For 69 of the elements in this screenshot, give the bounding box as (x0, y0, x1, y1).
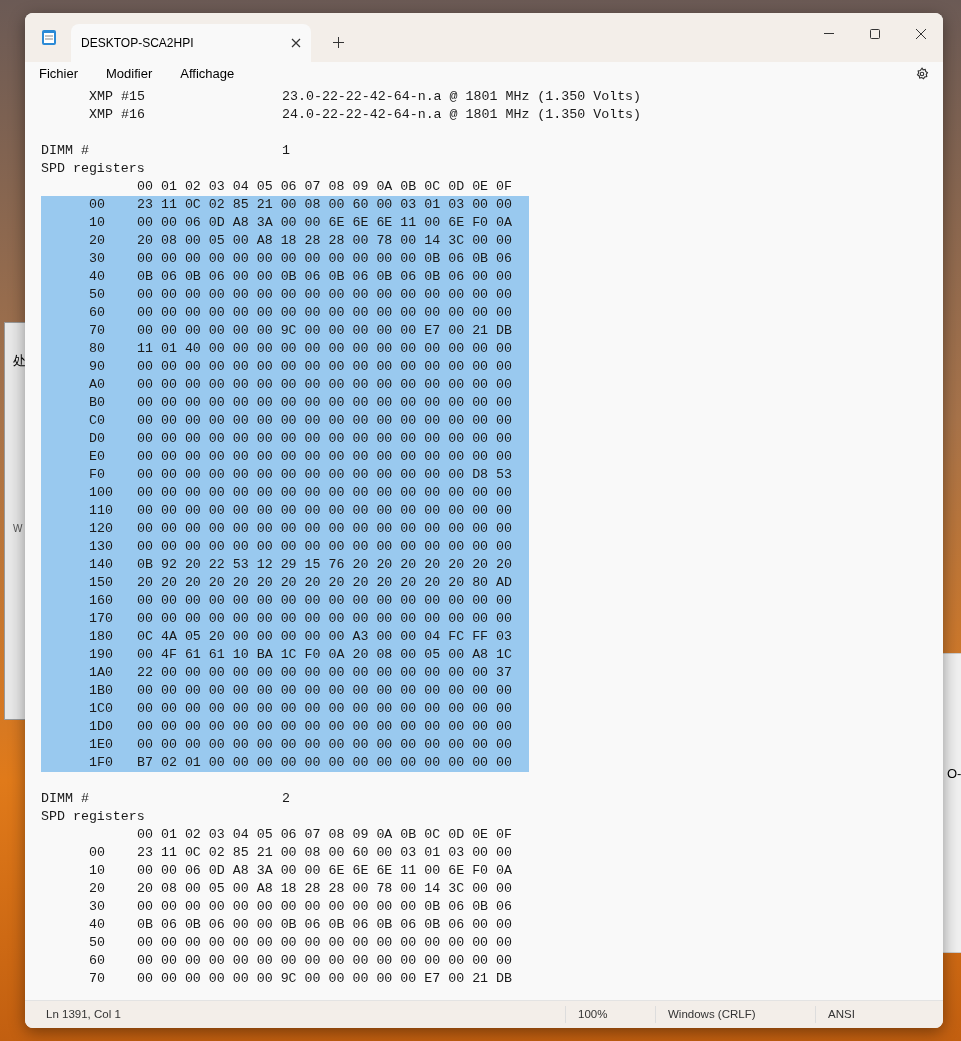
register-row: 150 20 20 20 20 20 20 20 20 20 20 20 20 20 20 80 AD (41, 574, 529, 592)
menu-item[interactable]: Fichier (31, 64, 86, 84)
register-row-text: 10 00 00 06 0D A8 3A 00 00 6E 6E 6E 11 00 6E F0 0A (88, 862, 514, 880)
register-row-text: 00 23 11 0C 02 85 21 00 08 00 60 00 03 01 03 00 00 (88, 844, 514, 862)
register-row-text: 60 00 00 00 00 00 00 00 00 00 00 00 00 00 00 00 00 (88, 952, 514, 970)
window-text: W (13, 521, 24, 536)
register-row: 1F0 B7 02 01 00 00 00 00 00 00 00 00 00 00 00 00 00 (41, 754, 529, 772)
register-row: 190 00 4F 61 61 10 BA 1C F0 0A 20 08 00 05 00 A8 1C (41, 646, 529, 664)
close-icon[interactable] (916, 29, 926, 39)
register-row: 90 00 00 00 00 00 00 00 00 00 00 00 00 00 00 00 00 (41, 358, 529, 376)
field-value: 2 (282, 790, 290, 808)
settings-icon[interactable] (915, 67, 929, 81)
close-icon[interactable] (291, 38, 301, 48)
register-row: 1C0 00 00 00 00 00 00 00 00 00 00 00 00 00 00 00 00 (41, 700, 529, 718)
register-row: E0 00 00 00 00 00 00 00 00 00 00 00 00 00 00 00 00 (41, 448, 529, 466)
register-row: 140 0B 92 20 22 53 12 29 15 76 20 20 20 20 20 20 20 (41, 556, 529, 574)
register-row: 20 20 08 00 05 00 A8 18 28 28 00 78 00 14 3C 00 00 (41, 232, 529, 250)
register-row-text: 20 20 08 00 05 00 A8 18 28 28 00 78 00 14 3C 00 00 (88, 880, 514, 898)
register-row-text: 50 00 00 00 00 00 00 00 00 00 00 00 00 00 00 00 00 (88, 934, 514, 952)
register-row: 1A0 22 00 00 00 00 00 00 00 00 00 00 00 00 00 00 37 (41, 664, 529, 682)
register-row: 1E0 00 00 00 00 00 00 00 00 00 00 00 00 00 00 00 00 (41, 736, 529, 754)
register-row: 10 00 00 06 0D A8 3A 00 00 6E 6E 6E 11 00 6E F0 0A (41, 214, 529, 232)
field-label: DIMM # (41, 142, 90, 160)
register-row-text: 40 0B 06 0B 06 00 00 0B 06 0B 06 0B 06 0B 06 00 00 (88, 916, 514, 934)
register-row: B0 00 00 00 00 00 00 00 00 00 00 00 00 00 00 00 00 (41, 394, 529, 412)
plus-icon[interactable] (333, 37, 344, 48)
register-row-text: 70 00 00 00 00 00 00 9C 00 00 00 00 00 E7 00 21 DB (88, 970, 514, 988)
menu-item[interactable]: Affichage (172, 64, 243, 84)
register-row: 00 23 11 0C 02 85 21 00 08 00 60 00 03 01 03 00 00 (41, 196, 529, 214)
field-value: 1 (282, 142, 290, 160)
field-value: 24.0-22-22-42-64-n.a @ 1801 MHz (1.350 Volts) (282, 106, 642, 124)
register-row: 180 0C 4A 05 20 00 00 00 00 00 A3 00 00 04 FC FF 03 (41, 628, 529, 646)
zoom-level: 100% (565, 1005, 655, 1024)
register-row: 130 00 00 00 00 00 00 00 00 00 00 00 00 00 00 00 00 (41, 538, 529, 556)
section-heading: SPD registers (41, 808, 145, 826)
notepad-icon (41, 28, 57, 46)
register-row: 80 11 01 40 00 00 00 00 00 00 00 00 00 00 00 00 00 (41, 340, 529, 358)
register-row: 170 00 00 00 00 00 00 00 00 00 00 00 00 00 00 00 00 (41, 610, 529, 628)
field-value: 23.0-22-22-42-64-n.a @ 1801 MHz (1.350 Volts) (282, 88, 642, 106)
encoding: ANSI (815, 1005, 855, 1024)
menu-item[interactable]: Modifier (98, 64, 161, 84)
register-row: 1B0 00 00 00 00 00 00 00 00 00 00 00 00 00 00 00 00 (41, 682, 529, 700)
column-header: 00 01 02 03 04 05 06 07 08 09 0A 0B 0C 0D 0E 0F (137, 826, 513, 844)
register-row: 100 00 00 00 00 00 00 00 00 00 00 00 00 00 00 00 00 (41, 484, 529, 502)
field-label: DIMM # (41, 790, 90, 808)
register-row: 30 00 00 00 00 00 00 00 00 00 00 00 00 0B 06 0B 06 (41, 250, 529, 268)
register-row: 110 00 00 00 00 00 00 00 00 00 00 00 00 00 00 00 00 (41, 502, 529, 520)
window-text: O- (947, 766, 961, 781)
field-label: XMP #16 (88, 106, 146, 124)
register-row: 160 00 00 00 00 00 00 00 00 00 00 00 00 00 00 00 00 (41, 592, 529, 610)
cursor-position: Ln 1391, Col 1 (45, 1006, 122, 1022)
column-header: 00 01 02 03 04 05 06 07 08 09 0A 0B 0C 0D 0E 0F (137, 178, 513, 196)
register-row: 40 0B 06 0B 06 00 00 0B 06 0B 06 0B 06 0B 06 00 00 (41, 268, 529, 286)
register-row: 50 00 00 00 00 00 00 00 00 00 00 00 00 00 00 00 00 (41, 286, 529, 304)
register-row: 60 00 00 00 00 00 00 00 00 00 00 00 00 00 00 00 00 (41, 304, 529, 322)
register-row-text: 30 00 00 00 00 00 00 00 00 00 00 00 00 0B 06 0B 06 (88, 898, 514, 916)
register-row: 1D0 00 00 00 00 00 00 00 00 00 00 00 00 00 00 00 00 (41, 718, 529, 736)
line-ending: Windows (CRLF) (655, 1005, 815, 1024)
register-row: 120 00 00 00 00 00 00 00 00 00 00 00 00 00 00 00 00 (41, 520, 529, 538)
register-row: F0 00 00 00 00 00 00 00 00 00 00 00 00 00 00 D8 53 (41, 466, 529, 484)
window-text: 处 (13, 352, 27, 370)
register-row: C0 00 00 00 00 00 00 00 00 00 00 00 00 00 00 00 00 (41, 412, 529, 430)
register-row: D0 00 00 00 00 00 00 00 00 00 00 00 00 00 00 00 00 (41, 430, 529, 448)
section-heading: SPD registers (41, 160, 145, 178)
register-row: 70 00 00 00 00 00 00 9C 00 00 00 00 00 E7 00 21 DB (41, 322, 529, 340)
maximize-icon[interactable] (870, 29, 880, 39)
register-row: A0 00 00 00 00 00 00 00 00 00 00 00 00 00 00 00 00 (41, 376, 529, 394)
field-label: XMP #15 (88, 88, 146, 106)
document-tab[interactable]: DESKTOP-SCA2HPI (71, 24, 311, 62)
